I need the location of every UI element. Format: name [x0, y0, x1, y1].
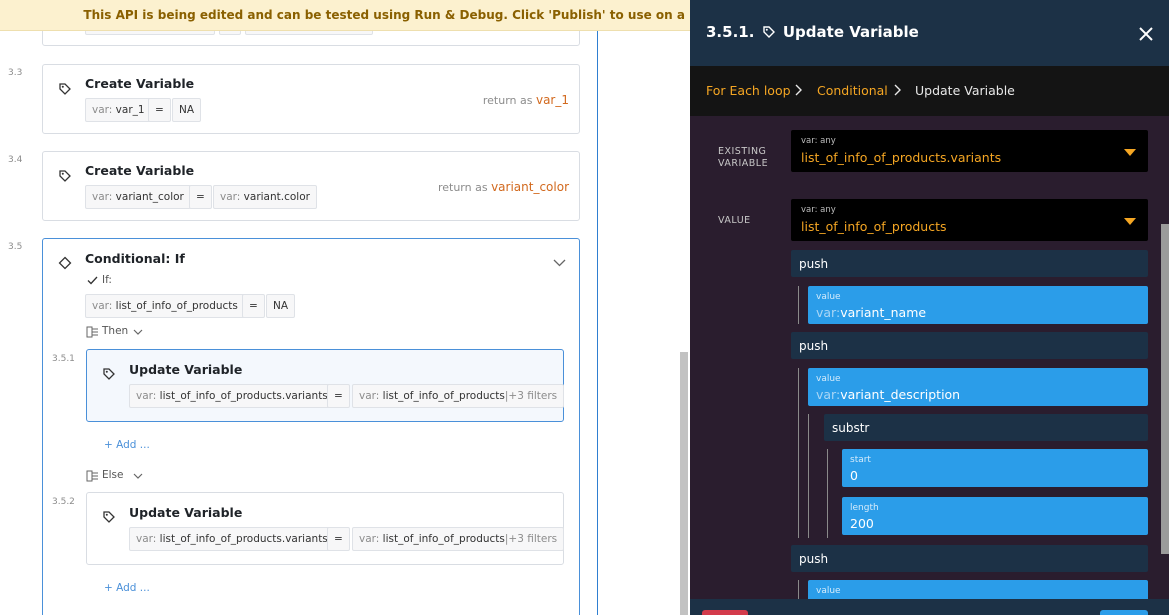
return-variable: variant_color: [491, 180, 569, 194]
drawer-footer: [690, 599, 1169, 615]
conditional-card[interactable]: Conditional: If If: var: list_of_info_of…: [42, 238, 580, 615]
value-select[interactable]: var: any list_of_info_of_products: [791, 199, 1148, 241]
step-editor-drawer: 3.5.1. Update Variable For Each loop Con…: [690, 0, 1169, 615]
push-value-field[interactable]: value var:variant_description: [808, 368, 1148, 406]
equals-chip: =: [189, 185, 212, 209]
condition-value-chip[interactable]: NA: [266, 294, 296, 318]
tag-icon: [59, 83, 71, 95]
value-label: VALUE: [718, 215, 751, 226]
else-label[interactable]: Else: [102, 469, 123, 481]
equals-chip: =: [327, 384, 350, 408]
canvas-border: [597, 0, 598, 615]
breadcrumb: For Each loop Conditional Update Variabl…: [690, 66, 1169, 116]
tag-icon: [762, 26, 775, 38]
substr-operation[interactable]: substr: [824, 414, 1148, 441]
value-chip[interactable]: var: list_of_info_of_products|+3 filters: [352, 384, 565, 408]
step-number: 3.5.1: [52, 354, 75, 364]
delete-button[interactable]: [702, 610, 748, 615]
return-variable: var_1: [535, 93, 569, 107]
condition-variable-chip[interactable]: var: list_of_info_of_products: [85, 294, 245, 318]
equals-chip: =: [327, 527, 350, 551]
drawer-body: EXISTING VARIABLE var: any list_of_info_…: [690, 116, 1169, 615]
card-title: Conditional: If: [85, 251, 185, 266]
card-title: Update Variable: [129, 362, 243, 377]
substr-length-field[interactable]: length 200: [842, 497, 1148, 535]
nesting-line: [827, 449, 828, 538]
card-title: Create Variable: [85, 163, 195, 178]
update-variable-card-selected[interactable]: Update Variable var: list_of_info_of_pro…: [86, 349, 565, 422]
save-button[interactable]: [1100, 610, 1148, 615]
push-value-field[interactable]: value var:variant_name: [808, 286, 1148, 324]
substr-start-field[interactable]: start 0: [842, 449, 1148, 487]
selected-value: list_of_info_of_products: [801, 219, 947, 234]
branch-icon: [86, 326, 98, 338]
chevron-down-icon[interactable]: [133, 329, 143, 335]
value-chip[interactable]: NA: [172, 98, 202, 122]
push-operation[interactable]: push: [791, 545, 1148, 572]
branch-icon: [86, 470, 98, 482]
variable-chip[interactable]: var: list_of_info_of_products.variants: [129, 527, 335, 551]
step-number: 3.5.2: [52, 497, 75, 507]
add-step-button[interactable]: + Add ...: [104, 582, 150, 594]
tag-icon: [103, 511, 115, 523]
close-icon[interactable]: [1136, 24, 1156, 44]
edit-mode-banner: This API is being edited and can be test…: [0, 0, 690, 31]
tag-icon: [59, 170, 71, 182]
card-title: Update Variable: [129, 505, 243, 520]
then-label[interactable]: Then: [102, 325, 128, 337]
scrollbar[interactable]: [680, 352, 688, 615]
chevron-right-icon: [795, 84, 802, 96]
breadcrumb-for-each-loop[interactable]: For Each loop: [706, 83, 791, 98]
variable-chip[interactable]: var: variant_color: [85, 185, 191, 209]
flow-editor: This API is being edited and can be test…: [0, 0, 690, 615]
drawer-title: 3.5.1. Update Variable: [706, 23, 919, 41]
add-step-button[interactable]: + Add ...: [104, 439, 150, 451]
nesting-line: [798, 286, 799, 324]
breadcrumb-conditional[interactable]: Conditional: [817, 83, 888, 98]
equals-chip: =: [242, 294, 265, 318]
equals-chip: =: [148, 98, 171, 122]
nesting-line: [798, 368, 799, 538]
value-chip[interactable]: var: list_of_info_of_products|+3 filters: [352, 527, 565, 551]
breadcrumb-update-variable: Update Variable: [915, 83, 1015, 98]
value-chip[interactable]: var: variant.color: [213, 185, 317, 209]
existing-variable-select[interactable]: var: any list_of_info_of_products.varian…: [791, 130, 1148, 172]
type-label: var: any: [801, 136, 836, 146]
return-label: return as var_1: [482, 93, 569, 107]
step-number: 3.3: [8, 68, 23, 78]
nesting-line: [808, 414, 809, 538]
step-number: 3.4: [8, 155, 23, 165]
selected-value: list_of_info_of_products.variants: [801, 150, 1002, 165]
tag-icon: [103, 368, 115, 380]
if-label: If:: [102, 274, 112, 286]
step-number: 3.5: [8, 242, 23, 252]
return-label: return as variant_color: [437, 180, 569, 194]
variable-chip[interactable]: var: var_1: [85, 98, 152, 122]
existing-variable-label: EXISTING VARIABLE: [718, 146, 769, 169]
type-label: var: any: [801, 205, 836, 215]
chevron-right-icon: [894, 84, 901, 96]
banner-text: This API is being edited and can be test…: [83, 8, 685, 22]
diamond-icon: [58, 256, 72, 270]
create-variable-card[interactable]: Create Variable var: variant_color = var…: [42, 151, 580, 221]
drawer-header: 3.5.1. Update Variable: [690, 0, 1169, 66]
chevron-down-icon[interactable]: [133, 473, 143, 479]
caret-down-icon[interactable]: [1124, 218, 1136, 225]
variable-chip[interactable]: var: list_of_info_of_products.variants: [129, 384, 335, 408]
update-variable-card[interactable]: Update Variable var: list_of_info_of_pro…: [86, 492, 565, 565]
check-icon: [87, 276, 98, 285]
drawer-scrollbar[interactable]: [1161, 224, 1169, 554]
push-operation[interactable]: push: [791, 250, 1148, 277]
card-title: Create Variable: [85, 76, 195, 91]
push-operation[interactable]: push: [791, 332, 1148, 359]
chevron-down-icon[interactable]: [553, 259, 566, 267]
create-variable-card[interactable]: Create Variable var: var_1 = NA return a…: [42, 64, 580, 134]
caret-down-icon[interactable]: [1124, 149, 1136, 156]
